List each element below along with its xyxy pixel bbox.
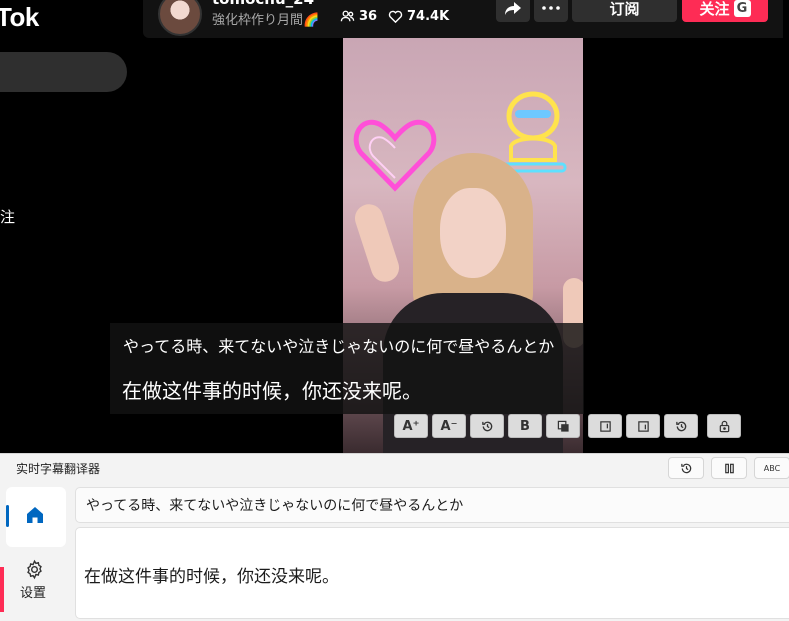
share-button[interactable] (496, 0, 530, 22)
window-title: 实时字幕翻译器 (16, 462, 101, 476)
viewers-icon (340, 10, 355, 22)
history-icon (680, 463, 691, 473)
layers-icon (557, 420, 569, 432)
follow-badge: G (733, 0, 751, 17)
more-button[interactable] (534, 0, 568, 22)
overlay-toolbar-group-1: A⁺ A⁻ B (394, 414, 580, 440)
like-count-value: 74.4K (407, 9, 450, 24)
heart-icon (388, 10, 403, 24)
font-decrease-button[interactable]: A⁻ (432, 414, 466, 438)
bold-button[interactable]: B (508, 414, 542, 438)
follow-label: 关注 (699, 0, 730, 18)
abc-label: ABC (763, 463, 781, 473)
home-icon (27, 507, 43, 523)
author-name[interactable]: tomochu_24 (212, 0, 314, 8)
history-button[interactable] (668, 457, 704, 479)
spellcheck-button[interactable]: ABC (754, 457, 789, 479)
lock-overlay-button[interactable] (707, 414, 741, 438)
nav-selection-indicator (6, 505, 9, 527)
viewer-count-value: 36 (359, 9, 378, 24)
overlay-toolbar-group-3 (707, 414, 741, 440)
overlay-source-line: やってる時、来てないや泣きじゃないのに何で昼やるんとか (123, 337, 555, 356)
translator-window: 实时字幕翻译器 ABC 设置 やってる時、来てないや泣きじゃないのに何で昼やるん… (0, 453, 789, 621)
source-text-box[interactable]: やってる時、来てないや泣きじゃないのに何で昼やるんとか (75, 487, 789, 523)
pause-button[interactable] (711, 457, 747, 479)
overlay-translation-line: 在做这件事的时候，你还没来呢。 (122, 379, 422, 403)
align-top-icon (599, 420, 611, 432)
tiktok-logo[interactable]: Tok (0, 2, 39, 33)
history-icon (675, 421, 686, 431)
gear-icon[interactable] (24, 559, 45, 580)
reset-style-button[interactable] (470, 414, 504, 438)
overlay-toolbar-group-2 (588, 414, 698, 440)
sidebar-item-following[interactable]: 注 (0, 206, 15, 227)
subscribe-button[interactable]: 订阅 (572, 0, 677, 22)
search-bar[interactable] (0, 52, 127, 92)
follow-button[interactable]: 关注 G (682, 0, 768, 22)
lock-icon (719, 420, 729, 432)
move-up-button[interactable] (588, 414, 622, 438)
streamer-face (440, 188, 506, 278)
viewer-count: 36 (340, 9, 377, 24)
translated-text-box[interactable]: 在做这件事的时候，你还没来呢。 (75, 527, 789, 619)
font-increase-button[interactable]: A⁺ (394, 414, 428, 438)
background-toggle-button[interactable] (546, 414, 580, 438)
nav-settings-label[interactable]: 设置 (20, 582, 46, 601)
tiktok-edge-accent (0, 567, 4, 612)
move-down-button[interactable] (626, 414, 660, 438)
streamer-hand (351, 200, 403, 286)
live-title: 強化枠作り月間🌈 (212, 13, 320, 28)
share-icon (505, 2, 521, 15)
like-count: 74.4K (388, 9, 449, 24)
align-bottom-icon (637, 420, 649, 432)
history-icon (481, 421, 492, 431)
reset-position-button[interactable] (664, 414, 698, 438)
pause-icon (724, 463, 734, 473)
more-icon (542, 6, 560, 10)
